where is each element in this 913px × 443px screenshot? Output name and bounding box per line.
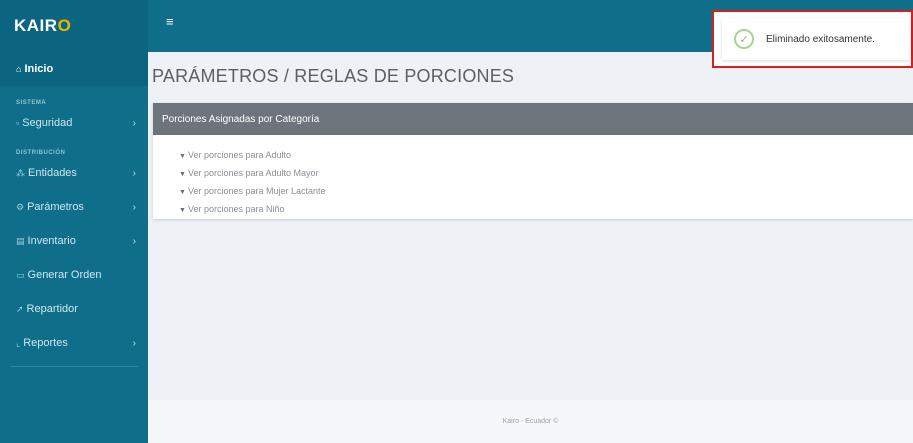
menu-toggle-icon[interactable]: ≡ xyxy=(166,14,174,29)
brand-accent: O xyxy=(57,16,72,35)
sidebar-item-label: Entidades xyxy=(28,167,77,179)
sidebar: KAIR O ⌂ Inicio SISTEMA ▫ Seguridad › DIS… xyxy=(0,0,148,443)
delivery-icon: ➚ xyxy=(16,303,24,314)
home-icon: ⌂ xyxy=(16,64,22,74)
card-header: Porciones Asignadas por Categoría xyxy=(153,103,913,135)
chevron-right-icon: › xyxy=(132,117,136,129)
lock-icon: ▫ xyxy=(16,118,20,128)
page-title: PARÁMETROS / REGLAS DE PORCIONES xyxy=(152,66,515,86)
sidebar-item-label: Repartidor xyxy=(26,303,78,315)
portion-link-adulto[interactable]: ▼ Ver porciones para Adulto xyxy=(179,147,913,165)
chevron-right-icon: › xyxy=(132,337,136,349)
chart-icon: ⌞ xyxy=(16,337,21,348)
chevron-right-icon: › xyxy=(132,167,136,179)
inventory-icon: ▤ xyxy=(16,235,25,246)
sidebar-item-seguridad[interactable]: ▫ Seguridad › xyxy=(0,106,148,140)
link-label: Ver porciones para Niño xyxy=(187,204,285,214)
order-icon: ▭ xyxy=(16,269,25,280)
toast-notification: ✓ Eliminado exitosamente. xyxy=(712,10,913,68)
settings-icon: ⚙ xyxy=(16,201,25,212)
caret-down-icon: ▼ xyxy=(179,189,186,196)
caret-down-icon: ▼ xyxy=(179,207,186,214)
chevron-right-icon: › xyxy=(132,235,136,247)
portion-link-nino[interactable]: ▼ Ver porciones para Niño xyxy=(179,201,913,219)
caret-down-icon: ▼ xyxy=(179,153,186,160)
sidebar-item-reportes[interactable]: ⌞ Reportes › xyxy=(0,326,148,360)
footer-text: Kairo - Ecuador © xyxy=(502,418,559,425)
caret-down-icon: ▼ xyxy=(179,171,186,178)
sidebar-item-parametros[interactable]: ⚙ Parámetros › xyxy=(0,190,148,224)
link-label: Ver porciones para Mujer Lactante xyxy=(187,186,326,196)
brand-prefix: KAIR xyxy=(14,16,58,35)
sidebar-item-label: Generar Orden xyxy=(27,269,102,281)
sidebar-item-inventario[interactable]: ▤ Inventario › xyxy=(0,224,148,258)
sidebar-divider xyxy=(10,366,138,367)
sidebar-item-label: Inicio xyxy=(24,63,54,75)
portion-link-adulto-mayor[interactable]: ▼ Ver porciones para Adulto Mayor xyxy=(179,165,913,183)
sidebar-item-generar-orden[interactable]: ▭ Generar Orden xyxy=(0,258,148,292)
sidebar-item-label: Inventario xyxy=(27,235,76,247)
portions-card: Porciones Asignadas por Categoría ▼ Ver p… xyxy=(153,103,913,219)
sidebar-item-label: Parámetros xyxy=(27,201,84,213)
link-label: Ver porciones para Adulto xyxy=(187,150,292,160)
sidebar-item-repartidor[interactable]: ➚ Repartidor xyxy=(0,292,148,326)
link-label: Ver porciones para Adulto Mayor xyxy=(187,168,319,178)
toast-body[interactable]: ✓ Eliminado exitosamente. xyxy=(722,18,911,60)
sidebar-item-entidades[interactable]: ⁂ Entidades › xyxy=(0,156,148,190)
sidebar-item-inicio[interactable]: ⌂ Inicio xyxy=(0,52,148,86)
chevron-right-icon: › xyxy=(132,201,136,213)
success-check-icon: ✓ xyxy=(734,29,754,49)
card-body: ▼ Ver porciones para Adulto ▼ Ver porcione… xyxy=(153,135,913,219)
sidebar-item-label: Reportes xyxy=(23,337,68,349)
portion-link-mujer-lactante[interactable]: ▼ Ver porciones para Mujer Lactante xyxy=(179,183,913,201)
users-icon: ⁂ xyxy=(16,167,25,178)
sidebar-item-label: Seguridad xyxy=(22,117,73,129)
brand-logo[interactable]: KAIR O xyxy=(0,0,148,52)
footer: Kairo - Ecuador © xyxy=(148,400,913,443)
toast-message: Eliminado exitosamente. xyxy=(766,33,875,45)
